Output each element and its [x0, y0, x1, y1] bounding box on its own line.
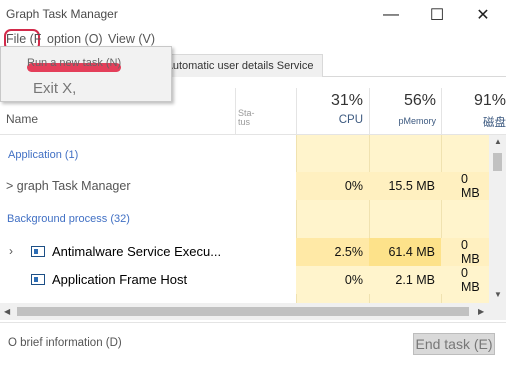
maximize-button[interactable]: ☐ — [414, 0, 460, 30]
minimize-button[interactable]: — — [368, 0, 414, 30]
process-disk: 0 MB — [441, 238, 489, 266]
app-window-icon — [31, 274, 45, 285]
process-disk: 0 MB — [441, 266, 489, 294]
process-cpu: 2.5% — [296, 238, 369, 266]
column-cpu[interactable]: CPU — [296, 114, 363, 126]
table-row[interactable]: > graph Task Manager 0% 15.5 MB 0 MB — [0, 172, 489, 200]
process-disk: 0 MB — [441, 172, 489, 200]
column-divider — [235, 88, 236, 134]
memory-percent: 56% — [403, 92, 436, 109]
process-cpu: 0% — [296, 266, 369, 294]
disk-percent: 91% — [473, 92, 506, 109]
group-apps[interactable]: Application (1) — [8, 149, 78, 161]
column-memory[interactable]: pMemory — [369, 116, 436, 126]
menu-option[interactable]: option (O) — [47, 32, 103, 46]
scroll-right-icon[interactable]: ▶ — [478, 307, 484, 316]
group-background[interactable]: Background process (32) — [7, 213, 130, 225]
close-button[interactable]: ✕ — [460, 0, 506, 30]
menu-exit[interactable]: Exit X, — [33, 80, 76, 97]
menu-run-new-task[interactable]: Run a new task (N) — [27, 57, 121, 69]
window-title: Graph Task Manager — [6, 7, 118, 21]
vertical-scrollbar[interactable]: ▲ ▼ — [489, 135, 506, 303]
column-name[interactable]: Name — [6, 112, 38, 126]
end-task-button[interactable]: End task (E) — [413, 333, 495, 355]
process-name: > graph Task Manager — [6, 179, 131, 193]
footer: O brief information (D) End task (E) — [0, 322, 506, 371]
table-row[interactable]: Application Frame Host 0% 2.1 MB 0 MB — [0, 266, 489, 294]
column-disk[interactable]: 磁盘 — [441, 114, 506, 130]
process-list: Application (1) > graph Task Manager 0% … — [0, 135, 489, 303]
horizontal-scroll-thumb[interactable] — [17, 307, 469, 316]
column-status[interactable]: Sta- tus — [238, 109, 258, 127]
menu-view[interactable]: View (V) — [108, 32, 155, 46]
process-name: Application Frame Host — [52, 272, 188, 287]
cpu-percent: 31% — [330, 92, 363, 109]
tab-services[interactable]: Automatic user details Service — [156, 54, 323, 77]
menu-file[interactable]: File (F — [6, 32, 41, 46]
horizontal-scrollbar[interactable]: ◀ ▶ — [0, 303, 506, 320]
process-name: Antimalware Service Execu... — [52, 244, 222, 259]
scroll-down-icon[interactable]: ▼ — [494, 290, 502, 299]
scroll-up-icon[interactable]: ▲ — [494, 137, 502, 146]
vertical-scroll-thumb[interactable] — [493, 153, 502, 171]
maximize-icon: ☐ — [429, 7, 445, 24]
expand-chevron-icon[interactable]: › — [9, 244, 13, 258]
title-bar: Graph Task Manager — ☐ ✕ — [0, 0, 506, 30]
app-window-icon — [31, 246, 45, 257]
process-memory: 15.5 MB — [369, 172, 441, 200]
close-icon: ✕ — [476, 7, 490, 24]
process-memory: 2.1 MB — [369, 266, 441, 294]
process-memory: 61.4 MB — [369, 238, 441, 266]
brief-info-link[interactable]: O brief information (D) — [8, 337, 122, 349]
column-status-line2: tus — [238, 117, 251, 127]
minimize-icon: — — [383, 6, 399, 23]
table-row[interactable]: › Antimalware Service Execu... 2.5% 61.4… — [0, 238, 489, 266]
process-cpu: 0% — [296, 172, 369, 200]
file-dropdown-menu: Run a new task (N) Exit X, — [0, 46, 172, 102]
scroll-left-icon[interactable]: ◀ — [4, 307, 10, 316]
